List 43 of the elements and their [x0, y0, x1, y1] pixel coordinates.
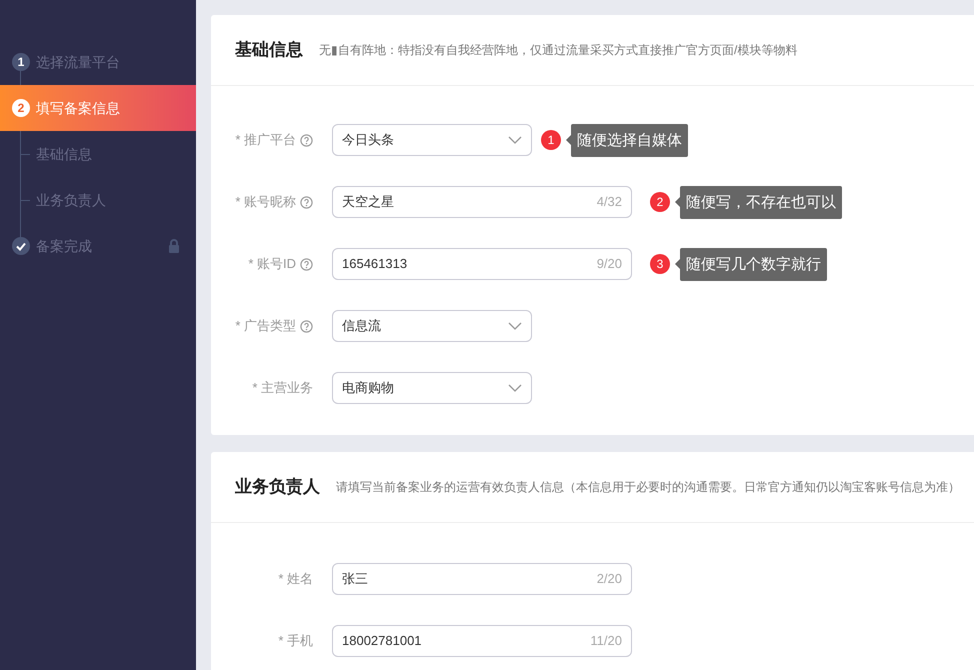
step-number: 1 [12, 53, 30, 71]
step-number: 2 [12, 99, 30, 117]
input-field[interactable]: 165461313 9/20 [332, 248, 632, 280]
step-label: 备案完成 [36, 236, 92, 256]
help-icon[interactable] [300, 134, 313, 146]
step-label: 选择流量平台 [36, 52, 120, 72]
char-counter: 9/20 [596, 255, 622, 274]
section-description: 请填写当前备案业务的运营有效负责人信息（本信息用于必要时的沟通需要。日常官方通知仍以淘宝客账号信息为准） [336, 479, 960, 496]
step-label: 业务负责人 [36, 190, 106, 210]
tooltip: 随便写几个数字就行 [680, 248, 827, 280]
char-counter: 2/20 [596, 570, 622, 588]
field-label: * 姓名 [278, 570, 313, 588]
field-label: * 手机 [278, 632, 313, 650]
section-title: 业务负责人 [235, 476, 320, 498]
char-counter: 11/20 [590, 632, 622, 650]
input-field[interactable]: 天空之星 4/32 [332, 186, 632, 218]
number-badge: 1 [541, 130, 561, 150]
select-field[interactable]: 信息流 [332, 310, 532, 342]
field-label: * 主营业务 [252, 379, 313, 398]
chevron-down-icon [508, 384, 522, 392]
number-badge: 2 [650, 192, 670, 212]
number-badge: 3 [650, 254, 670, 274]
help-icon[interactable] [300, 196, 313, 208]
help-icon[interactable] [300, 320, 313, 332]
field-label: * 账号ID [248, 255, 296, 274]
section-description: 无▮自有阵地：特指没有自我经营阵地，仅通过流量采买方式直接推广官方页面/模块等物料 [319, 42, 798, 59]
select-field[interactable]: 今日头条 [332, 124, 532, 156]
field-label: * 广告类型 [235, 317, 296, 336]
help-icon[interactable] [300, 258, 313, 270]
input-field[interactable]: 18002781001 11/20 [332, 625, 632, 657]
input-field[interactable]: 张三 2/20 [332, 563, 632, 595]
chevron-down-icon [508, 322, 522, 330]
field-label: * 推广平台 [235, 131, 296, 150]
section-title: 基础信息 [235, 39, 303, 62]
select-field[interactable]: 电商购物 [332, 372, 532, 404]
field-label: * 账号昵称 [235, 193, 296, 212]
tooltip: 随便写，不存在也可以 [680, 186, 842, 218]
chevron-down-icon [508, 136, 522, 144]
step-label: 基础信息 [36, 144, 92, 164]
step-label: 填写备案信息 [36, 98, 120, 118]
char-counter: 4/32 [596, 193, 622, 212]
step-item[interactable]: 1 选择流量平台 [0, 39, 196, 85]
tooltip: 随便选择自媒体 [571, 124, 688, 156]
